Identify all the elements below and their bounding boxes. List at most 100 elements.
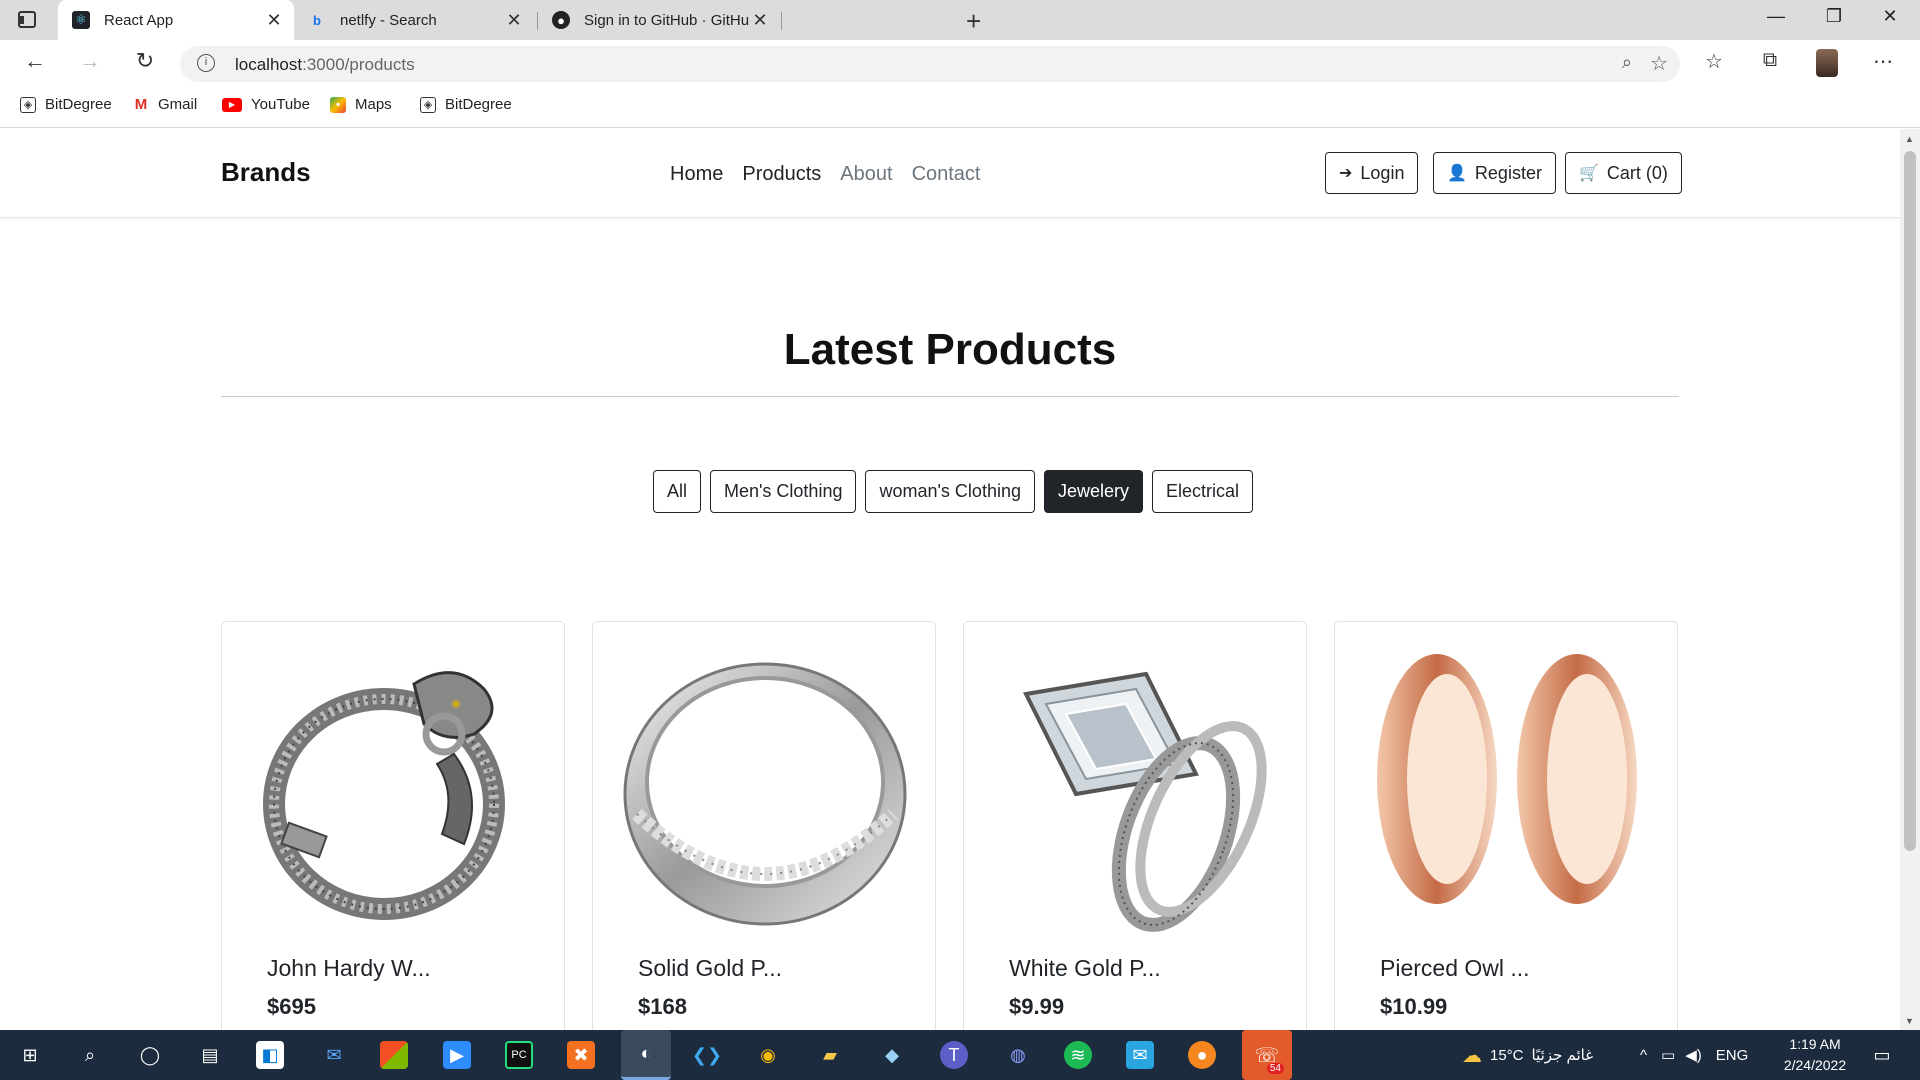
tab-react-app[interactable]: ⚛ React App ✕	[58, 0, 294, 40]
search-icon[interactable]: ⌕	[74, 1039, 106, 1071]
nav-link-products[interactable]: Products	[742, 163, 821, 186]
xampp-icon[interactable]: ✖	[567, 1041, 595, 1069]
language-indicator[interactable]: ENG	[1716, 1047, 1749, 1064]
product-card[interactable]: Pierced Owl ... $10.99	[1334, 621, 1678, 1030]
collections-icon[interactable]: ⧉	[1755, 49, 1785, 72]
zoom-icon[interactable]: ⌕	[1622, 52, 1632, 73]
favorites-icon[interactable]: ☆	[1699, 49, 1729, 74]
restore-icon[interactable]: ❐	[1814, 6, 1854, 27]
profile-avatar[interactable]	[1816, 49, 1838, 77]
zoom-app-icon[interactable]: ▶	[443, 1041, 471, 1069]
weather-cloud-icon: ☁	[1462, 1044, 1482, 1067]
messenger-icon[interactable]: ✉	[1126, 1041, 1154, 1069]
product-image-diamond-ring	[1023, 671, 1267, 932]
chrome-icon[interactable]: ◉	[752, 1039, 784, 1071]
tab-actions-icon[interactable]	[18, 11, 36, 28]
mail-icon[interactable]: ✉	[318, 1039, 350, 1071]
filter-all-button[interactable]: All	[652, 470, 701, 513]
filter-electrical-button[interactable]: Electrical	[1152, 470, 1254, 513]
product-name: John Hardy W...	[267, 955, 431, 981]
vpn-icon[interactable]: ●	[1188, 1041, 1216, 1069]
product-card[interactable]: John Hardy W... $695	[221, 621, 565, 1030]
file-explorer-icon[interactable]: ▰	[814, 1039, 846, 1071]
pycharm-icon[interactable]: PC	[505, 1041, 533, 1069]
nav-link-contact[interactable]: Contact	[912, 163, 981, 186]
react-icon: ⚛	[72, 11, 90, 29]
sign-in-icon: ➔	[1339, 165, 1353, 182]
scrollbar-thumb[interactable]	[1904, 151, 1916, 851]
spotify-icon[interactable]: ≋	[1064, 1041, 1092, 1069]
new-tab-icon[interactable]: +	[966, 6, 981, 37]
scroll-down-icon[interactable]: ▼	[1905, 1016, 1914, 1026]
office-icon[interactable]	[380, 1041, 408, 1069]
refresh-icon[interactable]: ↻	[130, 48, 160, 74]
app-icon[interactable]: ◆	[876, 1039, 908, 1071]
maps-icon: •	[330, 96, 346, 113]
close-tab-icon[interactable]: ✕	[750, 10, 770, 31]
youtube-icon: ▶	[222, 97, 242, 112]
product-name: White Gold P...	[1009, 955, 1161, 981]
windows-start-icon[interactable]: ⊞	[14, 1039, 46, 1071]
whatsapp-icon[interactable]: ☏ 54	[1242, 1030, 1292, 1080]
product-card[interactable]: Solid Gold P... $168	[592, 621, 936, 1030]
add-favorite-icon[interactable]: ☆	[1650, 51, 1668, 76]
nav-link-about[interactable]: About	[840, 163, 892, 186]
close-tab-icon[interactable]: ✕	[264, 10, 284, 31]
tray-icons: ^ ▭ ◀) ENG	[1640, 1030, 1748, 1080]
product-name: Solid Gold P...	[638, 955, 783, 981]
bookmark-bitdegree[interactable]: ◈ BitDegree	[20, 96, 112, 113]
gmail-icon: M	[134, 96, 148, 113]
cart-button[interactable]: 🛒 Cart (0)	[1565, 152, 1682, 194]
edge-icon[interactable]: ◐	[621, 1030, 671, 1080]
scroll-up-icon[interactable]: ▲	[1905, 134, 1914, 144]
login-button[interactable]: ➔ Login	[1325, 152, 1419, 194]
bookmark-youtube[interactable]: ▶ YouTube	[222, 96, 310, 113]
url-text[interactable]: localhost:3000/products	[235, 55, 415, 75]
product-price: $10.99	[1380, 994, 1448, 1019]
chevron-up-icon[interactable]: ^	[1640, 1047, 1647, 1064]
more-menu-icon[interactable]: ⋯	[1868, 49, 1898, 74]
bookmark-bitdegree-2[interactable]: ◈ BitDegree	[420, 96, 512, 113]
url-field[interactable]: i localhost:3000/products ⌕ ☆	[180, 46, 1680, 82]
close-tab-icon[interactable]: ✕	[504, 10, 524, 31]
filter-mens-clothing-button[interactable]: Men's Clothing	[709, 470, 857, 513]
product-image-ear-plugs	[1377, 654, 1637, 904]
tab-github-signin[interactable]: ● Sign in to GitHub · GitHub ✕	[538, 0, 780, 40]
site-info-icon[interactable]: i	[197, 54, 215, 72]
bookmark-maps[interactable]: • Maps	[330, 96, 392, 113]
bookmarks-bar: ◈ BitDegree M Gmail ▶ YouTube • Maps ◈ B…	[0, 88, 1920, 128]
vscode-icon[interactable]: ❮❯	[691, 1039, 723, 1071]
store-icon[interactable]: ◧	[256, 1041, 284, 1069]
page-title: Latest Products	[783, 325, 1117, 374]
windows-taskbar: ⊞ ⌕ ◯ ▤ ◧ ✉ ▶ PC ✖ ◐ ❮❯ ◉ ▰ ◆ T ◍ ≋ ✉ ● …	[0, 1030, 1920, 1080]
task-view-icon[interactable]: ▤	[194, 1039, 226, 1071]
tab-netlify-search[interactable]: b netlfy - Search ✕	[294, 0, 534, 40]
teams-icon[interactable]: T	[940, 1041, 968, 1069]
site-navbar: Brands Home Products About Contact ➔ Log…	[0, 129, 1900, 218]
nav-link-home[interactable]: Home	[670, 163, 723, 186]
filter-jewelery-button[interactable]: Jewelery	[1043, 470, 1144, 513]
notifications-icon[interactable]: ▭	[1866, 1039, 1898, 1071]
weather-widget[interactable]: ☁ 15°C غائم جزئيًا	[1462, 1030, 1593, 1080]
divider	[221, 396, 1679, 397]
volume-icon[interactable]: ◀)	[1685, 1046, 1702, 1064]
notification-badge: 54	[1266, 1063, 1284, 1074]
product-card[interactable]: White Gold P... $9.99	[963, 621, 1307, 1030]
bitdegree-icon: ◈	[420, 96, 436, 113]
register-button[interactable]: 👤 Register	[1433, 152, 1556, 194]
forward-icon[interactable]: →	[75, 48, 105, 74]
filter-womens-clothing-button[interactable]: woman's Clothing	[865, 470, 1035, 513]
clock[interactable]: 1:19 AM 2/24/2022	[1770, 1034, 1860, 1076]
discord-icon[interactable]: ◍	[1002, 1039, 1034, 1071]
network-icon[interactable]: ▭	[1661, 1046, 1675, 1064]
brand-logo[interactable]: Brands	[221, 157, 311, 188]
bookmark-gmail[interactable]: M Gmail	[133, 96, 197, 113]
product-image-bracelet	[263, 671, 505, 920]
minimize-icon[interactable]: —	[1756, 6, 1796, 27]
cortana-icon[interactable]: ◯	[134, 1039, 166, 1071]
close-window-icon[interactable]: ✕	[1870, 6, 1910, 27]
page-scrollbar[interactable]: ▲ ▼	[1900, 129, 1920, 1030]
product-price: $9.99	[1009, 994, 1065, 1019]
back-icon[interactable]: ←	[20, 48, 50, 74]
page-viewport: Brands Home Products About Contact ➔ Log…	[0, 129, 1900, 1030]
